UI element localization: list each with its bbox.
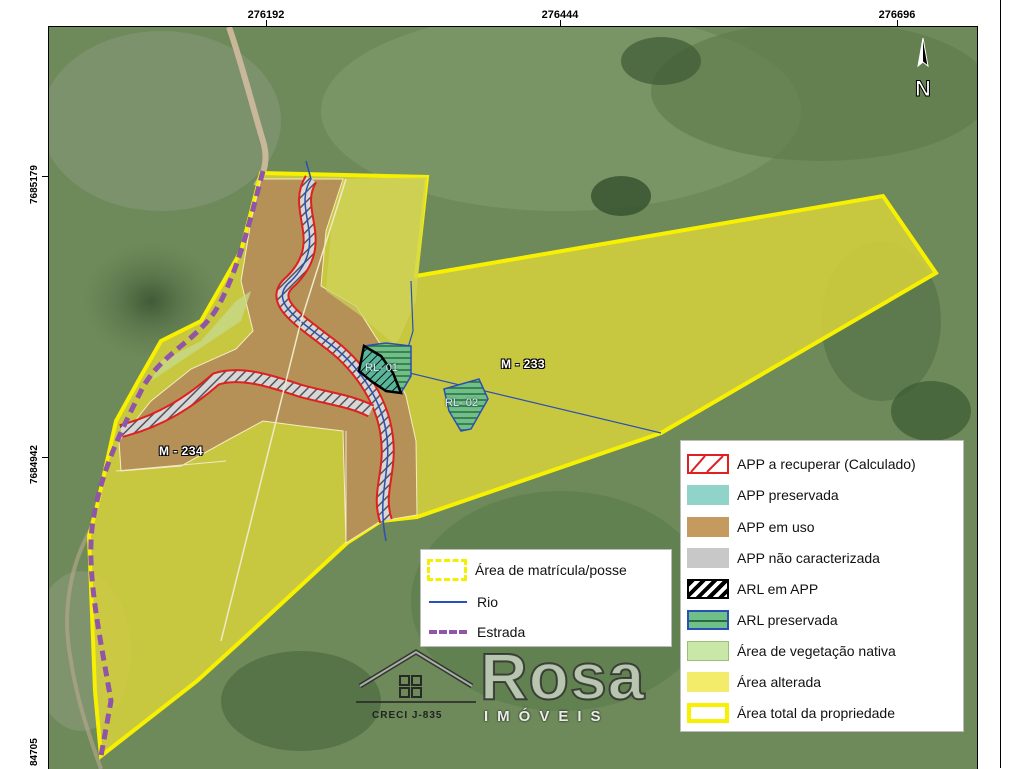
- legend-item-rio: Rio: [427, 591, 498, 613]
- house-logo-icon: [356, 649, 476, 703]
- brand-subtitle: IMÓVEIS: [484, 708, 610, 725]
- reserve-label-rl02: RL- 02: [445, 397, 479, 409]
- legend-label: Área de matrícula/posse: [475, 562, 627, 578]
- legend-label: ARL preservada: [737, 612, 838, 628]
- legend-item-arl-preservada: ARL preservada: [687, 609, 838, 631]
- purple-dashed-line-icon: [427, 621, 469, 643]
- brand-name: Rosa: [479, 638, 646, 714]
- coord-top-2: 276444: [541, 9, 579, 21]
- coord-top-3: 276696: [878, 9, 916, 21]
- tree-cluster: [621, 37, 701, 85]
- legend-item-vegetacao-nativa: Área de vegetação nativa: [687, 640, 896, 662]
- coord-left-1: 7685179: [29, 165, 40, 204]
- legend-label: APP em uso: [737, 519, 815, 535]
- legend-item-app-em-uso: APP em uso: [687, 516, 815, 538]
- brand-creci: CRECI J-835: [372, 710, 443, 721]
- tan-fill-icon: [687, 517, 729, 537]
- tree-cluster: [891, 381, 971, 441]
- legend-item-area-total: Área total da propriedade: [687, 702, 895, 724]
- yellow-outline-icon: [687, 703, 729, 723]
- dashed-yellow-box-icon: [427, 559, 467, 581]
- legend-item-matricula: Área de matrícula/posse: [427, 559, 627, 581]
- legend-item-area-alterada: Área alterada: [687, 671, 821, 693]
- legend-main: APP a recuperar (Calculado) APP preserva…: [680, 440, 964, 732]
- coord-left-2: 7684942: [29, 445, 40, 484]
- gray-fill-icon: [687, 548, 729, 568]
- legend-label: Área de vegetação nativa: [737, 643, 896, 659]
- green-line-fill-icon: [687, 610, 729, 630]
- frame-right-rule: [1000, 0, 1001, 768]
- red-hatch-icon: [687, 454, 729, 474]
- legend-label: ARL em APP: [737, 581, 819, 597]
- legend-label: Rio: [477, 594, 499, 610]
- legend-item-arl-em-app: ARL em APP: [687, 578, 818, 600]
- north-arrow-label: N: [915, 76, 931, 101]
- tree-cluster: [591, 176, 651, 216]
- brand-watermark: Rosa IMÓVEIS CRECI J-835: [356, 638, 652, 728]
- legend-item-app-recuperar: APP a recuperar (Calculado): [687, 453, 916, 475]
- teal-fill-icon: [687, 485, 729, 505]
- north-arrow-icon: N: [915, 37, 931, 102]
- legend-item-app-nao-caracterizada: APP não caracterizada: [687, 547, 880, 569]
- terrain-patch: [49, 31, 281, 211]
- coord-top-1: 276192: [247, 9, 285, 21]
- yellow-fill-icon: [687, 672, 729, 692]
- blue-line-icon: [427, 591, 469, 613]
- coord-left-3: 84705: [29, 738, 40, 766]
- reserve-label-rl01: RL- 01: [365, 362, 399, 374]
- legend-label: Área alterada: [737, 674, 822, 690]
- legend-label: APP a recuperar (Calculado): [737, 456, 916, 472]
- parcel-label-m234: M - 234: [159, 444, 204, 458]
- black-hatch-icon: [687, 579, 729, 599]
- light-green-fill-icon: [687, 641, 729, 661]
- parcel-label-m233: M - 233: [501, 357, 546, 371]
- legend-label: APP preservada: [737, 487, 839, 503]
- legend-item-app-preservada: APP preservada: [687, 484, 839, 506]
- legend-label: APP não caracterizada: [737, 550, 880, 566]
- legend-small: Área de matrícula/posse Rio Estrada: [420, 549, 672, 647]
- legend-label: Área total da propriedade: [737, 705, 895, 721]
